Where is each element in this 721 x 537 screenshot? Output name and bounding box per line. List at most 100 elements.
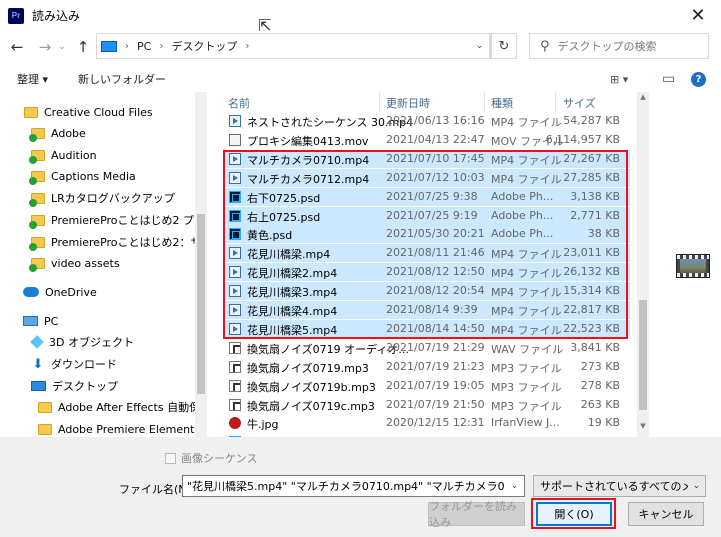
- file-type: MP4 ファイル: [491, 116, 562, 129]
- file-size: 54,287 KB: [563, 114, 620, 127]
- sidebar-item-premiere-project[interactable]: PremiereProことはじめ2 プロジェク: [29, 210, 205, 230]
- sidebar-item-label: PremiereProことはじめ2：サンプル: [51, 236, 205, 249]
- help-button[interactable]: ?: [691, 71, 706, 87]
- scroll-down-icon[interactable]: ▼: [637, 422, 649, 436]
- file-type: MP3 ファイル: [491, 399, 562, 413]
- file-row[interactable]: 換気扇ノイズ0719b.mp3 2021/07/19 19:05 MP3 ファイル 2…: [223, 377, 630, 395]
- download-arrow-icon: ⬇: [32, 356, 44, 372]
- new-folder-button[interactable]: 新しいフォルダー: [78, 71, 166, 87]
- file-type-select[interactable]: サポートされているすべてのメディア (*: [533, 475, 706, 497]
- file-type-dropdown-icon[interactable]: ⌄: [688, 476, 705, 496]
- filename-input[interactable]: "花見川橋梁5.mp4" "マルチカメラ0710.mp4" "マルチカメラ071…: [182, 475, 525, 497]
- file-name: 牛.jpg: [247, 418, 279, 432]
- recent-locations-button[interactable]: ⌄: [56, 42, 68, 52]
- file-row[interactable]: 換気扇ノイズ0719c.mp3 2021/07/19 21:50 MP3 ファイル 2…: [223, 396, 630, 414]
- file-name: プロキシ編集0413.mov: [247, 134, 369, 148]
- sidebar-item-video-assets[interactable]: video assets: [29, 253, 120, 273]
- open-button[interactable]: 開く(O): [536, 502, 612, 526]
- file-type: MP3 ファイル: [491, 380, 562, 394]
- refresh-button[interactable]: ↻: [491, 33, 517, 59]
- sidebar-item-audition[interactable]: Audition: [29, 145, 97, 165]
- import-folder-button[interactable]: フォルダーを読み込み: [428, 500, 525, 529]
- sidebar-item-3d-objects[interactable]: 3D オブジェクト: [30, 332, 134, 352]
- preview-image: [680, 259, 706, 273]
- file-size: 3,841 KB: [570, 340, 620, 354]
- sidebar-item-ae-autosave[interactable]: Adobe After Effects 自動保存: [38, 397, 205, 417]
- file-size: 6,114,957 KB: [545, 132, 620, 146]
- sidebar-item-creative-cloud[interactable]: Creative Cloud Files: [24, 102, 153, 122]
- up-button[interactable]: ↑: [72, 38, 94, 56]
- column-header-size[interactable]: サイズ: [563, 95, 596, 111]
- breadcrumb-pc[interactable]: PC: [137, 40, 151, 53]
- column-divider[interactable]: [555, 92, 556, 112]
- file-row[interactable]: 換気扇ノイズ0719.mp3 2021/07/19 21:23 MP3 ファイル 27…: [223, 358, 630, 376]
- file-row[interactable]: 換気扇ノイズ0719 オーディオ... 2021/07/19 21:29 WAV フ…: [223, 339, 630, 357]
- sidebar-item-label: ダウンロード: [51, 358, 117, 371]
- file-list-scrollbar-thumb[interactable]: [639, 300, 647, 410]
- file-size: 19 KB: [587, 416, 620, 430]
- checkbox-icon[interactable]: [165, 452, 176, 464]
- image-sequence-label: 画像シーケンス: [181, 452, 258, 465]
- file-name: 換気扇ノイズ0719b.mp3: [247, 380, 376, 394]
- file-date: 2021/07/19 21:23: [386, 359, 485, 373]
- column-header-type[interactable]: 種類: [491, 95, 513, 111]
- image-sequence-checkbox[interactable]: 画像シーケンス: [165, 450, 257, 466]
- sidebar-item-label: PC: [44, 314, 59, 328]
- window-title: 読み込み: [32, 9, 81, 23]
- file-row[interactable]: ネストされたシーケンス 30.mp4 2021/06/13 16:16 MP4 ファ…: [223, 112, 630, 130]
- sidebar-item-label: Creative Cloud Files: [44, 105, 153, 119]
- sidebar-item-premiere-sample[interactable]: PremiereProことはじめ2：サンプル: [29, 232, 205, 252]
- sidebar-item-label: PremiereProことはじめ2 プロジェク: [51, 214, 205, 227]
- title-bar: Pr 読み込み ✕: [0, 0, 721, 31]
- file-type: MP3 ファイル: [491, 361, 562, 375]
- breadcrumb-separator: ›: [159, 40, 164, 52]
- search-placeholder: デスクトップの検索: [557, 40, 657, 53]
- sidebar-scrollbar-thumb[interactable]: [197, 214, 205, 394]
- sidebar-item-captions-media[interactable]: Captions Media: [29, 166, 136, 186]
- sidebar-item-pre-autosave[interactable]: Adobe Premiere Elements 自動: [38, 419, 205, 437]
- column-divider[interactable]: [379, 92, 380, 112]
- filename-dropdown-button[interactable]: ⌄: [505, 476, 524, 496]
- sidebar-item-label: デスクトップ: [52, 380, 118, 393]
- mp3-file-icon: [229, 360, 241, 373]
- breadcrumb-separator: ›: [245, 40, 250, 52]
- synced-folder-icon: [29, 192, 45, 207]
- preview-pane-button[interactable]: ▭: [662, 71, 675, 87]
- close-button[interactable]: ✕: [675, 0, 721, 31]
- mp4-file-icon: [229, 115, 241, 127]
- file-row[interactable]: 牛.jpg 2020/12/15 12:31 IrfanView J... 19 KB: [223, 414, 630, 432]
- address-bar[interactable]: › PC › デスクトップ ›: [96, 33, 490, 59]
- wav-file-icon: [229, 341, 241, 354]
- sidebar-item-label: Audition: [51, 148, 97, 162]
- file-size: 263 KB: [580, 397, 620, 411]
- file-type: IrfanView J...: [491, 416, 560, 430]
- premiere-pro-icon: Pr: [8, 7, 24, 24]
- pc-icon: [23, 316, 38, 326]
- sidebar-item-pc[interactable]: PC: [23, 311, 58, 331]
- column-header-name[interactable]: 名前: [228, 95, 250, 111]
- breadcrumb-desktop[interactable]: デスクトップ: [171, 38, 237, 54]
- cancel-button[interactable]: キャンセル: [628, 502, 704, 526]
- view-options-button[interactable]: ⊞ ▾: [610, 73, 628, 86]
- file-date: 2021/04/13 22:47: [386, 132, 485, 146]
- column-header-date[interactable]: 更新日時: [386, 95, 430, 111]
- sidebar-item-label: Adobe Premiere Elements 自動: [58, 423, 205, 436]
- search-input[interactable]: ⚲ デスクトップの検索: [529, 33, 709, 59]
- forward-button[interactable]: →: [34, 38, 56, 56]
- file-row[interactable]: プロキシ編集0413.mov 2021/04/13 22:47 MOV ファイル 6,…: [223, 131, 630, 149]
- sidebar-item-downloads[interactable]: ⬇ ダウンロード: [31, 354, 117, 374]
- sidebar-item-desktop[interactable]: デスクトップ: [31, 376, 118, 396]
- sidebar-item-adobe[interactable]: Adobe: [29, 123, 86, 143]
- scroll-up-icon[interactable]: ▲: [637, 93, 649, 107]
- mp3-file-icon: [229, 398, 241, 411]
- synced-folder-icon: [29, 214, 45, 229]
- column-divider[interactable]: [484, 92, 485, 112]
- sidebar-item-onedrive[interactable]: OneDrive: [23, 282, 97, 302]
- sidebar-item-label: Adobe After Effects 自動保存: [58, 401, 205, 414]
- sidebar-item-lr-catalog-backup[interactable]: LRカタログバックアップ: [29, 188, 175, 208]
- organize-button[interactable]: 整理 ▾: [17, 71, 48, 87]
- back-button[interactable]: ←: [6, 38, 28, 56]
- address-dropdown-button[interactable]: ⌄: [469, 33, 491, 59]
- navigation-pane: Creative Cloud Files Adobe Audition Capt…: [0, 92, 205, 437]
- file-size: 273 KB: [580, 359, 620, 373]
